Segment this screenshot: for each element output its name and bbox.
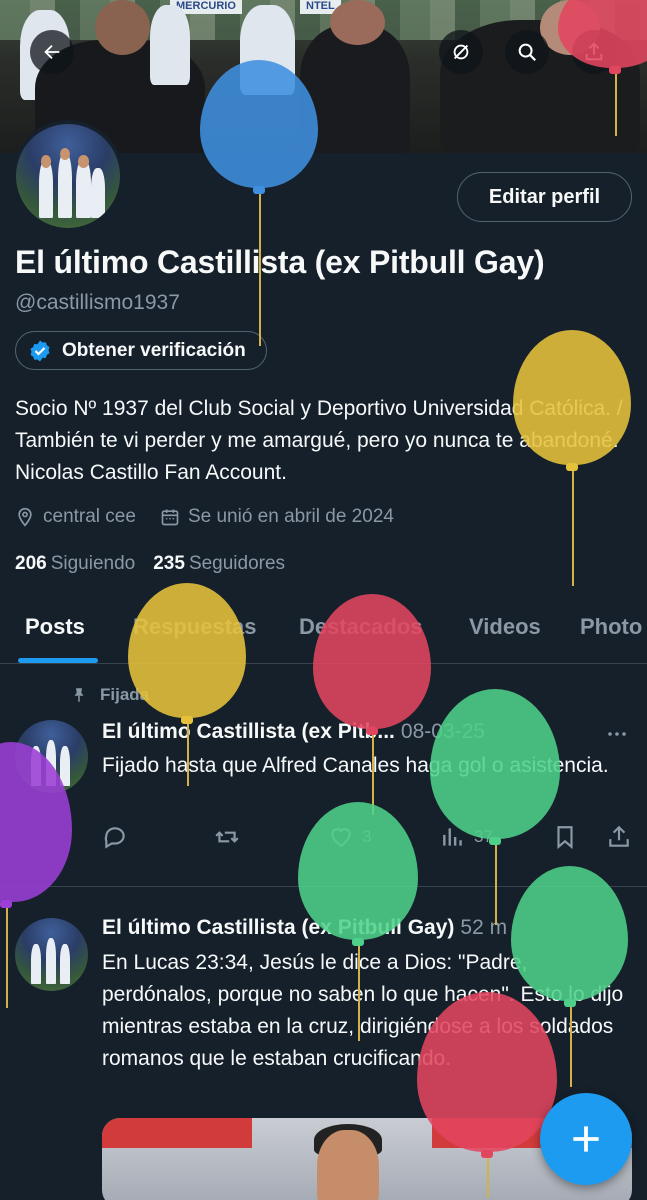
repost-button[interactable] [214,824,248,850]
post-actions: 3 37 [102,824,632,854]
location-icon [18,507,32,527]
verified-badge-icon [30,340,50,361]
pinned-label: Fijada [70,685,149,705]
compose-button[interactable] [540,1093,632,1185]
like-button[interactable]: 3 [328,824,371,850]
post-author[interactable]: El último Castillista (ex Pitb... [102,720,395,744]
grok-button[interactable] [439,30,483,74]
post-time[interactable]: 52 m [460,916,507,940]
banner-man-head [95,0,150,55]
following-label: Siguiendo [50,553,136,574]
reply-icon [104,827,125,849]
followers-count: 235 [153,553,185,574]
back-arrow-icon [44,44,60,60]
followers-link[interactable]: 235 Seguidores [153,553,285,575]
share-icon [585,42,603,61]
joined-text: Se unió en abril de 2024 [187,506,394,527]
reply-button[interactable] [102,824,136,850]
profile-bio: Socio Nº 1937 del Club Social y Deportiv… [15,397,623,484]
edit-profile-button[interactable]: Editar perfil [457,172,632,222]
search-icon [518,43,537,62]
views-icon [443,828,462,846]
post-avatar[interactable] [15,918,88,991]
search-button[interactable] [505,30,549,74]
pinned-text: Fijada [100,685,150,704]
location-text: central cee [43,506,136,527]
joined-item: Se unió en abril de 2024 [160,506,394,528]
calendar-icon [161,509,179,526]
tab-videos[interactable]: Videos [469,614,541,640]
views-button[interactable]: 37 [440,824,493,850]
banner-player-2 [150,5,190,85]
post-avatar[interactable] [15,720,88,793]
get-verified-button[interactable]: Obtener verificación [15,331,267,370]
pin-icon [74,688,84,702]
like-icon [331,828,351,847]
profile-avatar[interactable] [12,120,124,232]
tab-posts[interactable]: Posts [25,614,85,640]
banner-player-3 [240,5,295,95]
post-text: En Lucas 23:34, Jesús le dice a Dios: "P… [102,951,624,1070]
share-icon [609,825,629,847]
active-tab-indicator [18,658,98,663]
tab-photos[interactable]: Photo [580,614,642,640]
post-header: El último Castillista (ex Pitb... 08-03-… [102,720,485,744]
follow-stats: 206 Siguiendo 235 Seguidores [15,553,285,575]
get-verified-label: Obtener verificación [62,339,246,361]
bookmark-icon [557,826,573,850]
profile-name: El último Castillista (ex Pitbull Gay) [15,244,545,280]
repost-icon [215,831,239,843]
location-item: central cee [15,506,136,528]
post-text: Fijado hasta que Alfred Canales haga gol… [102,754,609,777]
post-author[interactable]: El último Castillista (ex Pitbull Gay) [102,916,454,940]
post-time[interactable]: 08-03-25 [401,720,485,744]
tab-highlights[interactable]: Destacados [299,614,423,640]
post-divider [0,886,647,887]
avatar-photo [16,124,120,228]
views-count: 37 [474,827,493,846]
profile-tabs: Posts Respuestas Destacados Videos Photo [0,600,647,664]
bookmark-button[interactable] [552,824,578,850]
profile-meta: central cee Se unió en abril de 2024 [15,506,394,528]
following-link[interactable]: 206 Siguiendo [15,553,135,575]
like-count: 3 [362,827,372,846]
following-count: 206 [15,553,47,574]
more-icon[interactable] [605,722,629,746]
followers-label: Seguidores [188,553,286,574]
compose-plus-icon [573,1126,599,1152]
share-button[interactable] [572,30,616,74]
post-share-button[interactable] [606,824,632,850]
banner-man-head-2 [330,0,385,45]
post-header: El último Castillista (ex Pitbull Gay) 5… [102,916,507,940]
tab-replies[interactable]: Respuestas [133,614,257,640]
profile-handle: @castillismo1937 [15,291,180,314]
grok-icon [453,44,469,60]
back-button[interactable] [30,30,74,74]
